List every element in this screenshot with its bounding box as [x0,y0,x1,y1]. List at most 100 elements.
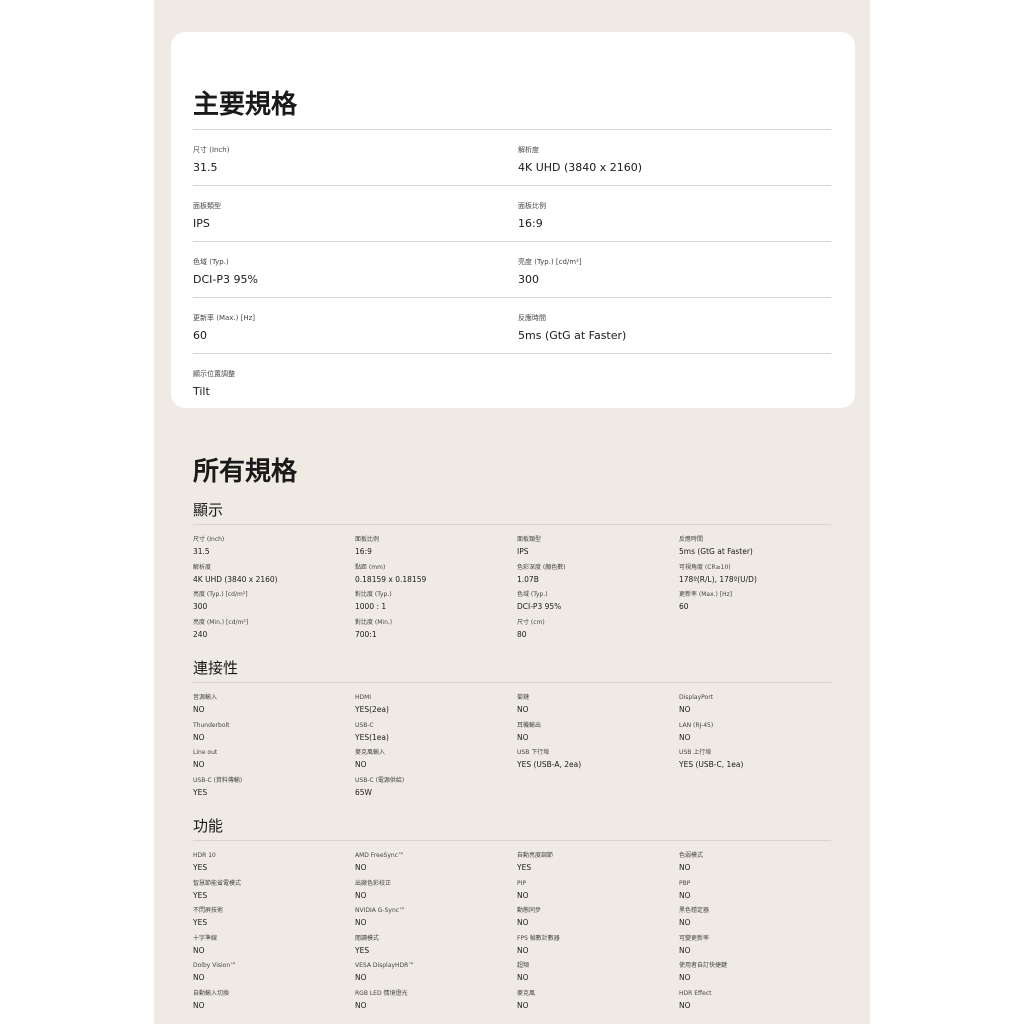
spec-value: 4K UHD (3840 x 2160) [193,574,278,584]
section-connectivity: 連接性 音源輸入 NO HDMI YES(2ea) 菊鏈 NO DisplayPort NO T… [193,658,831,804]
spec-value: 65W [355,787,372,797]
spec-item: 色域 (Typ.) DCI-P3 95% [517,591,679,619]
spec-value: 0.18159 x 0.18159 [355,574,427,584]
spec-item: USB 上行埠 YES (USB-C, 1ea) [679,749,841,777]
key-spec-item: 面板比例 16:9 [518,186,831,242]
spec-label: Line out [193,749,218,756]
spec-value: NO [679,732,691,742]
spec-value: 1.07B [517,574,539,584]
spec-item: 音源輸入 NO [193,694,355,722]
spec-value: NO [679,973,691,982]
main-specs-grid: 尺寸 (Inch) 31.5 解析度 4K UHD (3840 x 2160) 面板類型… [193,129,831,410]
spec-value: NO [517,918,529,927]
spec-label: 使用者自訂快捷鍵 [679,962,728,969]
spec-label: USB-C [355,721,374,729]
spec-label: 對比度 (Min.) [355,618,393,626]
spec-item: Dolby Vision™ NO [193,962,355,990]
spec-item: 更新率 (Max.) [Hz] 60 [679,591,841,619]
spec-label: 音源輸入 [193,694,218,701]
spec-item: HDR Effect NO [679,990,841,1018]
spec-value: YES [193,787,208,797]
section-display: 顯示 尺寸 (Inch) 31.5 面板比例 16:9 面板類型 IPS 反應時間 5ms (… [193,500,831,646]
spec-item: 尺寸 (Inch) 31.5 [193,536,355,564]
spec-item: 反應時間 5ms (GtG at Faster) [679,536,841,564]
spec-label: AMD FreeSync™ [355,852,405,859]
key-spec-item: 亮度 (Typ.) [cd/m²] 300 [518,242,831,298]
spec-label: 耳機輸出 [517,721,542,729]
spec-label: 反應時間 [679,536,704,543]
spec-value: IPS [517,547,529,556]
key-spec-label: 面板類型 [193,202,221,210]
section-title-connectivity: 連接性 [193,658,831,683]
spec-value: 60 [679,602,689,611]
spec-item: NVIDIA G-Sync™ NO [355,907,517,935]
spec-item: 出廠色彩校正 NO [355,880,517,908]
spec-label: 色域 (Typ.) [517,591,548,598]
main-specs-card: 主要規格 尺寸 (Inch) 31.5 解析度 4K UHD (3840 x 2160… [171,32,855,408]
key-spec-item: 反應時間 5ms (GtG at Faster) [518,298,831,354]
spec-item: 使用者自訂快捷鍵 NO [679,962,841,990]
spec-label: 尺寸 (cm) [517,618,545,626]
spec-label: HDR 10 [193,852,216,859]
spec-item: HDMI YES(2ea) [355,694,517,722]
key-spec-item: 顯示位置調整 Tilt [193,354,518,410]
spec-label: 超頻 [517,962,530,969]
spec-value: NO [193,760,205,769]
key-spec-value: 60 [193,329,207,342]
spec-item: 麥克風輸入 NO [355,749,517,777]
key-spec-label: 更新率 (Max.) [Hz] [193,314,256,322]
spec-item: AMD FreeSync™ NO [355,852,517,880]
spec-value: YES [193,918,208,927]
key-spec-label: 色域 (Typ.) [193,258,229,266]
spec-value: NO [193,973,205,982]
spec-label: 自動輸入切換 [193,989,230,997]
spec-grid-features: HDR 10 YES AMD FreeSync™ NO 自動亮度調節 YES 色弱模式 NO 智… [193,852,831,1017]
spec-label: FPS 幀數計數器 [517,934,560,942]
spec-item: 對比度 (Min.) 700:1 [355,619,517,647]
spec-label: 色弱模式 [679,852,704,859]
spec-value: YES(1ea) [355,732,389,742]
spec-value: DCI-P3 95% [517,602,562,611]
spec-label: 十字準線 [193,934,218,942]
spec-item: 亮度 (Min.) [cd/m²] 240 [193,619,355,647]
spec-item: 麥克風 NO [517,990,679,1018]
spec-value: NO [355,863,367,872]
spec-item: 菊鏈 NO [517,694,679,722]
spec-label: 尺寸 (Inch) [193,536,225,543]
spec-value: YES [193,890,208,900]
spec-item: 自動輸入切換 NO [193,990,355,1018]
key-spec-item: 更新率 (Max.) [Hz] 60 [193,298,518,354]
spec-label: 動態同步 [517,907,542,914]
key-spec-label: 尺寸 (Inch) [193,146,230,154]
key-spec-value: IPS [193,217,210,230]
spec-value: NO [517,732,529,742]
spec-value: NO [679,918,691,927]
spec-label: 對比度 (Typ.) [355,591,392,598]
spec-value: 178º(R/L), 178º(U/D) [679,574,757,584]
spec-value: YES [355,945,370,955]
spec-label: 亮度 (Min.) [cd/m²] [193,618,249,626]
spec-label: Thunderbolt [193,721,230,729]
section-features: 功能 HDR 10 YES AMD FreeSync™ NO 自動亮度調節 YES 色弱模式… [193,816,831,1017]
spec-label: 更新率 (Max.) [Hz] [679,591,733,598]
spec-value: 700:1 [355,629,377,639]
spec-item: 面板比例 16:9 [355,536,517,564]
spec-label: 點距 (mm) [355,563,386,571]
spec-label: PBP [679,879,691,887]
spec-value: NO [679,705,691,714]
key-spec-value: 31.5 [193,161,218,174]
spec-item: 可視角度 (CR≥10) 178º(R/L), 178º(U/D) [679,564,841,592]
spec-value: NO [355,973,367,982]
spec-value: NO [517,1000,529,1010]
key-spec-value: Tilt [193,385,210,398]
spec-value: NO [679,863,691,872]
spec-item: 色彩深度 (顏色數) 1.07B [517,564,679,592]
spec-label: USB-C (電源供給) [355,776,405,784]
spec-label: 菊鏈 [517,694,530,701]
spec-item: 超頻 NO [517,962,679,990]
key-spec-item: 色域 (Typ.) DCI-P3 95% [193,242,518,298]
spec-label: USB 上行埠 [679,749,712,756]
spec-item: 十字準線 NO [193,935,355,963]
spec-item: USB 下行埠 YES (USB-A, 2ea) [517,749,679,777]
spec-value: YES (USB-A, 2ea) [517,760,582,769]
